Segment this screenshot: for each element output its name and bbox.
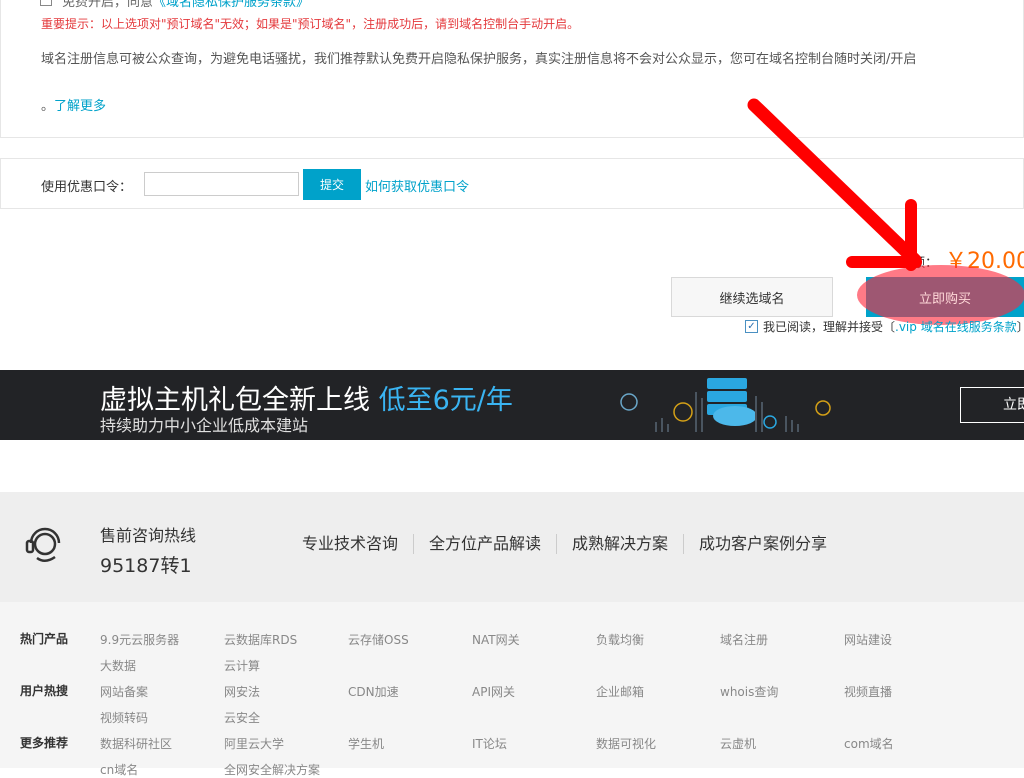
learn-more-link[interactable]: 了解更多 <box>54 99 106 114</box>
coupon-submit-button[interactable]: 提交 <box>303 169 361 200</box>
privacy-notice-panel: 重要提示：以上选项对"预订域名"无效；如果是"预订域名"，注册成功后，请到域名控… <box>0 0 1024 138</box>
footer-grid-link[interactable]: API网关 <box>472 683 515 700</box>
hotline-number: 95187转1 <box>100 555 192 577</box>
footer-grid-link[interactable]: com域名 <box>844 735 894 752</box>
agree-text: 我已阅读，理解并接受〔.vip 域名在线服务条款〕 <box>763 318 1024 335</box>
footer-grid-link[interactable]: whois查询 <box>720 683 778 700</box>
footer-grid-link[interactable]: 云数据库RDS <box>224 631 297 648</box>
footer-service-links: 专业技术咨询 全方位产品解读 成熟解决方案 成功客户案例分享 <box>287 534 842 554</box>
footer-grid-link[interactable]: 负载均衡 <box>596 631 644 648</box>
footer-grid-link[interactable]: 网站备案 <box>100 683 148 700</box>
agree-label: 我已阅读，理解并接受〔 <box>763 320 896 334</box>
footer-grid-link[interactable]: 云计算 <box>224 657 260 674</box>
banner-title-highlight: 低至6元/年 <box>378 385 513 416</box>
footer-grid-link[interactable]: IT论坛 <box>472 735 507 752</box>
banner-subtitle: 持续助力中小企业低成本建站 <box>100 416 309 435</box>
footer-grid-link[interactable]: 视频直播 <box>844 683 892 700</box>
privacy-terms-link[interactable]: 《域名隐私保护服务条款》 <box>153 0 309 10</box>
customer-service-icon <box>25 527 61 562</box>
footer-grid-link[interactable]: 云虚机 <box>720 735 756 752</box>
footer-grid-link[interactable]: cn域名 <box>100 761 138 778</box>
footer-link-solutions[interactable]: 成熟解决方案 <box>556 534 683 554</box>
privacy-description: 域名注册信息可被公众查询，为避免电话骚扰，我们推荐默认免费开启隐私保护服务，真实… <box>41 52 917 67</box>
footer-grid-link[interactable]: NAT网关 <box>472 631 520 648</box>
agree-checkbox[interactable]: ✓ <box>745 320 758 333</box>
coupon-input[interactable] <box>144 172 299 196</box>
footer-link-case-studies[interactable]: 成功客户案例分享 <box>683 534 842 554</box>
privacy-checkbox[interactable] <box>40 0 52 6</box>
important-warning-text: 重要提示：以上选项对"预订域名"无效；如果是"预订域名"，注册成功后，请到域名控… <box>41 17 580 31</box>
footer-grid-link[interactable]: CDN加速 <box>348 683 399 700</box>
hotline-label: 售前咨询热线 <box>100 526 197 545</box>
footer-contact-band: 售前咨询热线 95187转1 专业技术咨询 全方位产品解读 成熟解决方案 成功客… <box>0 492 1024 602</box>
footer-grid-link[interactable]: 网安法 <box>224 683 260 700</box>
row-title-hot-products: 热门产品 <box>20 632 69 646</box>
footer-link-grid: 热门产品 9.9元云服务器 云数据库RDS 云存储OSS NAT网关 负载均衡 … <box>0 602 1024 777</box>
promo-banner[interactable]: 虚拟主机礼包全新上线 低至6元/年 持续助力中小企业低成本建站 立即 <box>0 370 1024 440</box>
privacy-description-tail: 。了解更多 <box>41 95 106 114</box>
footer-grid-link[interactable]: 域名注册 <box>720 631 768 648</box>
row-title-more-recommended: 更多推荐 <box>20 736 69 750</box>
footer-grid-link[interactable]: 企业邮箱 <box>596 683 644 700</box>
footer-grid-link[interactable]: 阿里云大学 <box>224 735 284 752</box>
total-amount: ￥20.00 <box>945 249 1024 274</box>
footer-link-product-guide[interactable]: 全方位产品解读 <box>413 534 556 554</box>
footer-grid-link[interactable]: 数据可视化 <box>596 735 656 752</box>
service-terms-link[interactable]: .vip 域名在线服务条款 <box>895 320 1017 334</box>
footer-grid-link[interactable]: 云存储OSS <box>348 631 409 648</box>
coupon-panel: 使用优惠口令： 提交 如何获取优惠口令 <box>0 158 1024 209</box>
footer-grid-link[interactable]: 视频转码 <box>100 709 148 726</box>
footer-grid-link[interactable]: 全网安全解决方案 <box>224 761 320 778</box>
server-cloud-icon <box>620 378 831 432</box>
agree-close-bracket: 〕 <box>1017 320 1024 334</box>
footer-grid-link[interactable]: 学生机 <box>348 735 384 752</box>
privacy-tail-period: 。 <box>41 99 55 114</box>
footer-grid-link[interactable]: 9.9元云服务器 <box>100 631 179 648</box>
coupon-help-link[interactable]: 如何获取优惠口令 <box>365 176 469 195</box>
continue-selecting-button[interactable]: 继续选域名 <box>671 277 833 317</box>
privacy-consent-label: 免费开启，同意 <box>62 0 154 10</box>
banner-cta-button[interactable]: 立即 <box>960 387 1024 423</box>
buy-now-label: 立即购买 <box>918 291 971 307</box>
privacy-consent-text: 免费开启，同意《域名隐私保护服务条款》 <box>62 0 309 10</box>
footer-grid-link[interactable]: 云安全 <box>224 709 260 726</box>
coupon-label: 使用优惠口令： <box>41 180 133 195</box>
footer-grid-link[interactable]: 数据科研社区 <box>100 735 172 752</box>
footer-link-tech-consult[interactable]: 专业技术咨询 <box>287 534 413 554</box>
footer-grid-link[interactable]: 大数据 <box>100 657 136 674</box>
total-label: 额： <box>912 256 939 271</box>
row-title-user-searches: 用户热搜 <box>20 684 69 698</box>
footer-grid-link[interactable]: 网站建设 <box>844 631 892 648</box>
